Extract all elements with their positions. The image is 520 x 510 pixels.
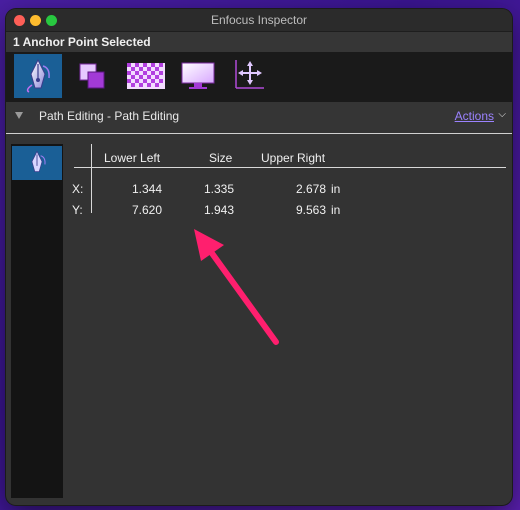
inspector-window: Enfocus Inspector 1 Anchor Point Selecte… [6, 9, 512, 505]
annotation-arrow-icon [194, 229, 279, 345]
